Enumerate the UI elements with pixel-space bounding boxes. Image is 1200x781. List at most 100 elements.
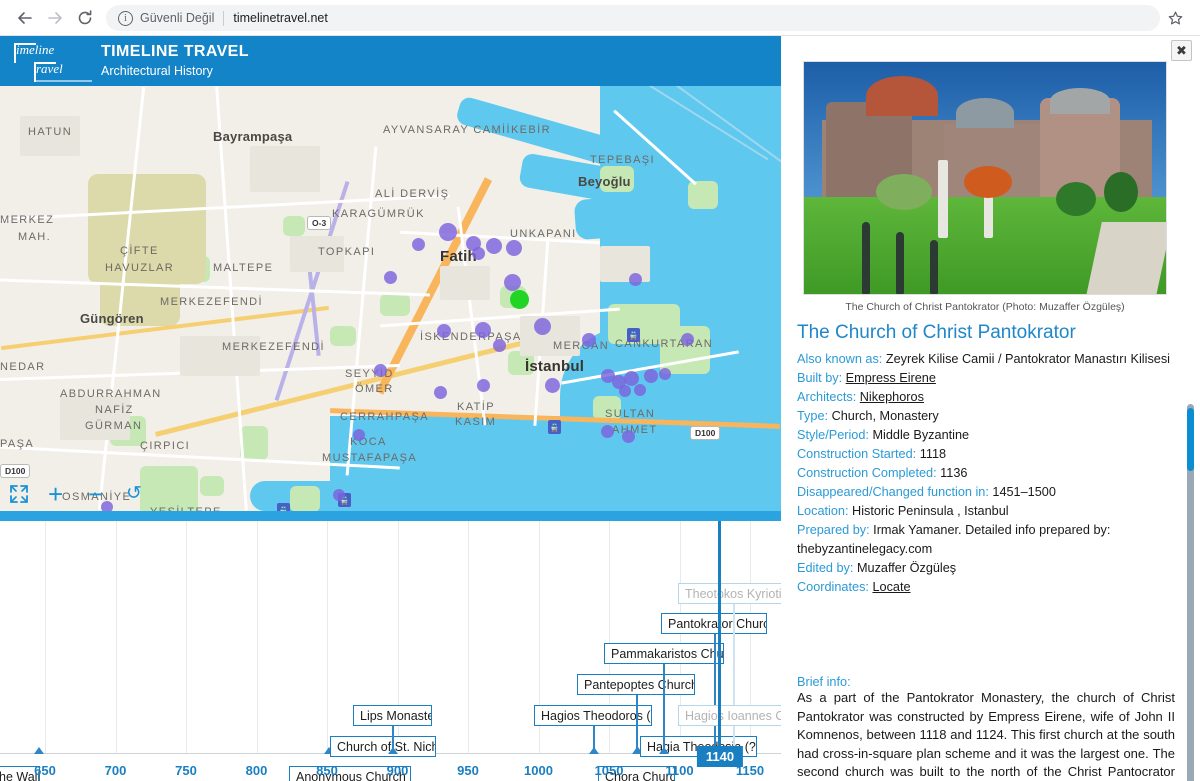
photo-shrub xyxy=(1104,172,1138,212)
page-title: The Church of Christ Pantokrator xyxy=(797,322,1076,343)
photo-caption: The Church of Christ Pantokrator (Photo:… xyxy=(845,301,1125,313)
bookmark-star-icon[interactable] xyxy=(1160,3,1190,33)
timeline-event-label[interactable]: Church of St. Nichol xyxy=(330,736,436,757)
map-marker[interactable] xyxy=(582,333,596,347)
map-marker[interactable] xyxy=(476,378,490,392)
timeline-event-label[interactable]: Lips Monastery xyxy=(353,705,432,726)
train-station-icon[interactable]: 🚆 xyxy=(548,420,561,434)
timeline-event-label[interactable]: Hagios Theodoros (?) xyxy=(534,705,652,726)
map-place-label: NAFİZ xyxy=(95,404,134,416)
map-marker[interactable] xyxy=(621,429,635,443)
metadata-value-link[interactable]: Locate xyxy=(872,580,910,594)
highway-shield: D100 xyxy=(0,464,31,478)
map-marker[interactable] xyxy=(439,223,457,241)
map-marker-selected[interactable] xyxy=(509,289,529,309)
panel-scrollbar-thumb[interactable] xyxy=(1187,408,1194,471)
timeline-cursor[interactable] xyxy=(718,521,721,754)
map-marker[interactable] xyxy=(533,317,551,335)
map-park xyxy=(688,181,718,209)
page-body: imeline ravel TIMELINE TRAVEL Architectu… xyxy=(0,36,1200,781)
map-marker[interactable] xyxy=(634,384,646,396)
map-place-label: MUSTAFAPAŞA xyxy=(322,452,418,464)
map-marker[interactable] xyxy=(628,272,642,286)
timeline-tick-label: 650 xyxy=(34,763,56,778)
map-marker[interactable] xyxy=(680,332,694,346)
metadata-key: Built by: xyxy=(797,371,846,385)
map-place-label: ALİ DERVİŞ xyxy=(375,188,450,200)
map-marker[interactable] xyxy=(544,377,560,393)
info-panel: ✖ The Church of Christ Pantokrator (Phot… xyxy=(781,36,1200,781)
zoom-out-button[interactable]: − xyxy=(88,481,103,507)
map-place-label: MALTEPE xyxy=(213,262,274,274)
photo-column-left xyxy=(938,160,948,238)
site-info-icon[interactable]: i xyxy=(118,10,133,26)
map-marker[interactable] xyxy=(659,368,671,380)
timeline-event-label[interactable]: Pantokrator Church xyxy=(661,613,767,634)
metadata-key: Type: xyxy=(797,409,832,423)
site-logo[interactable]: imeline ravel xyxy=(8,40,96,84)
map-place-label: ÇİFTE xyxy=(120,245,159,257)
map-marker[interactable] xyxy=(333,489,345,501)
security-status-text: Güvenli Değil xyxy=(140,11,215,25)
map-marker[interactable] xyxy=(383,270,397,284)
map-marker[interactable] xyxy=(471,246,485,260)
timeline-event-label[interactable]: Pantepoptes Church xyxy=(577,674,695,695)
timeline-panel[interactable]: he WallsAnonymous Church 3Church of St. … xyxy=(0,521,781,781)
map-marker[interactable] xyxy=(437,324,451,338)
map-marker[interactable] xyxy=(506,240,522,256)
map-place-label: İSKENDERPAŞA xyxy=(420,331,522,343)
metadata-key: Also known as: xyxy=(797,352,886,366)
browser-toolbar: i Güvenli Değil timelinetravel.net xyxy=(0,0,1200,36)
zoom-in-button[interactable]: + xyxy=(48,481,63,507)
back-button[interactable] xyxy=(10,3,40,33)
reset-view-button[interactable]: ↺ xyxy=(126,483,142,505)
train-station-icon[interactable]: 🚆 xyxy=(627,328,640,342)
forward-button[interactable] xyxy=(40,3,70,33)
map-place-label: ÖMER xyxy=(355,383,394,395)
timeline-gridline xyxy=(186,521,187,754)
map-marker[interactable] xyxy=(492,338,506,352)
timeline-current-year-badge[interactable]: 1140 xyxy=(696,746,744,767)
metadata-key: Location: xyxy=(797,504,853,518)
timeline-tick-label: 750 xyxy=(175,763,197,778)
address-bar[interactable]: i Güvenli Değil timelinetravel.net xyxy=(106,5,1160,31)
timeline-event-label[interactable]: Theotokos Kyriotiss xyxy=(678,583,781,604)
brief-info-heading: Brief info: xyxy=(797,675,851,689)
site-header: imeline ravel TIMELINE TRAVEL Architectu… xyxy=(0,36,781,86)
map-marker[interactable] xyxy=(373,363,387,377)
timeline-event-label[interactable]: Pammakaristos Church xyxy=(604,643,724,664)
reload-button[interactable] xyxy=(70,3,100,33)
photo-dome-center xyxy=(956,98,1014,128)
map-marker[interactable] xyxy=(433,385,447,399)
close-icon[interactable]: ✖ xyxy=(1171,40,1192,61)
timeline-gridline xyxy=(468,521,469,754)
timeline-event-label[interactable]: Hagios Ioannes Chur xyxy=(678,705,781,726)
fullscreen-icon[interactable] xyxy=(8,483,30,505)
brand-block: TIMELINE TRAVEL Architectural History xyxy=(101,43,249,78)
map-marker[interactable] xyxy=(475,322,491,338)
metadata-row: Location: Historic Peninsula , Istanbul xyxy=(797,502,1183,521)
train-station-icon[interactable]: 🚆 xyxy=(277,503,290,511)
metadata-value: 1118 xyxy=(919,447,947,461)
map-marker[interactable] xyxy=(644,369,658,383)
map-marker[interactable] xyxy=(411,237,425,251)
map-marker[interactable] xyxy=(623,370,639,386)
timeline-event-stem xyxy=(636,695,638,754)
metadata-value: Zeyrek Kilise Camii / Pantokrator Manast… xyxy=(885,352,1171,366)
site-subtitle: Architectural History xyxy=(101,64,213,78)
map-marker[interactable] xyxy=(619,385,631,397)
metadata-value-link[interactable]: Nikephoros xyxy=(860,390,924,404)
map-marker[interactable] xyxy=(600,424,614,438)
metadata-key: Coordinates: xyxy=(797,580,873,594)
metadata-key: Architects: xyxy=(797,390,860,404)
map-marker[interactable] xyxy=(503,273,521,291)
map-marker[interactable] xyxy=(486,238,502,254)
timeline-event-arrow xyxy=(659,747,669,754)
map-marker[interactable] xyxy=(353,429,365,441)
timeline-tick-label: 1000 xyxy=(524,763,553,778)
map-place-label: KARAGÜMRÜK xyxy=(332,208,425,220)
metadata-value-link[interactable]: Empress Eirene xyxy=(846,371,936,385)
timeline-tick-label: 900 xyxy=(386,763,409,778)
metadata-key: Prepared by: xyxy=(797,523,874,537)
map-canvas[interactable]: HATUN MERKEZ MAH. ÇİFTE HAVUZLAR MALTEPE Güngö… xyxy=(0,86,781,511)
